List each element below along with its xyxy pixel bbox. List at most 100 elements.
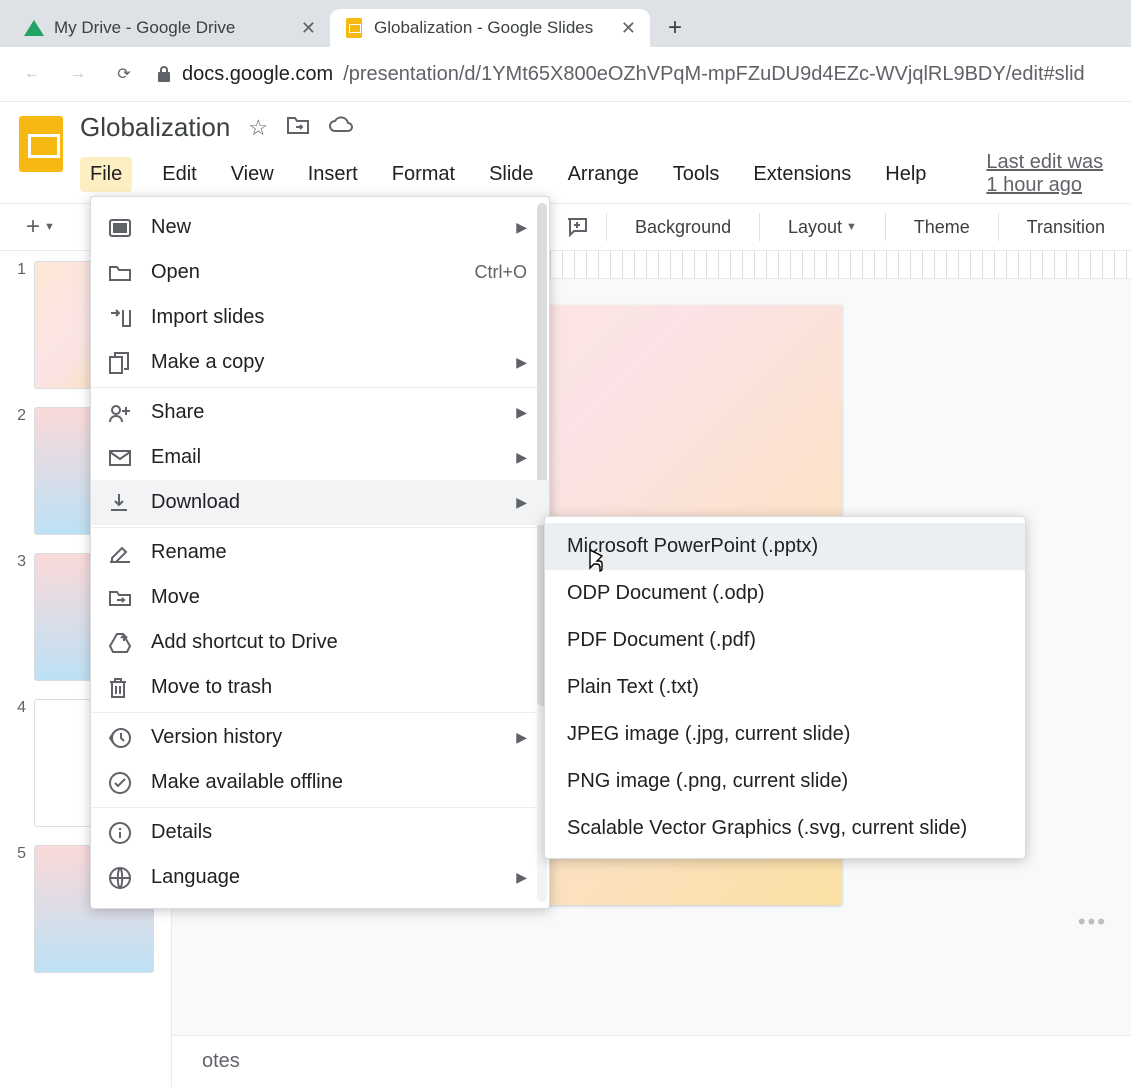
menu-extensions[interactable]: Extensions bbox=[749, 157, 855, 192]
forward-icon[interactable]: → bbox=[64, 60, 92, 88]
menu-arrange[interactable]: Arrange bbox=[564, 157, 643, 192]
download-pptx[interactable]: Microsoft PowerPoint (.pptx) bbox=[545, 523, 1025, 570]
menu-language[interactable]: Language▶ bbox=[91, 855, 549, 900]
background-button[interactable]: Background bbox=[625, 213, 741, 242]
tab-strip: My Drive - Google Drive ✕ Globalization … bbox=[0, 0, 1131, 47]
menu-share[interactable]: Share▶ bbox=[91, 390, 549, 435]
menu-details[interactable]: Details bbox=[91, 810, 549, 855]
copy-icon bbox=[109, 352, 133, 374]
info-icon bbox=[109, 822, 133, 844]
menu-new[interactable]: New▶ bbox=[91, 205, 549, 250]
menu-label: Move bbox=[151, 586, 200, 609]
tab-slides[interactable]: Globalization - Google Slides ✕ bbox=[330, 9, 650, 47]
download-png[interactable]: PNG image (.png, current slide) bbox=[545, 758, 1025, 805]
cursor-icon bbox=[584, 548, 606, 574]
file-menu-dropdown: New▶ OpenCtrl+O Import slides Make a cop… bbox=[90, 196, 550, 909]
notes-text: otes bbox=[202, 1050, 240, 1072]
share-icon bbox=[109, 403, 133, 423]
menu-label: Open bbox=[151, 261, 200, 284]
url-path: /presentation/d/1YMt65X800eOZhVPqM-mpFZu… bbox=[343, 63, 1084, 86]
menu-label: Language bbox=[151, 866, 240, 889]
download-odp[interactable]: ODP Document (.odp) bbox=[545, 570, 1025, 617]
download-pdf[interactable]: PDF Document (.pdf) bbox=[545, 617, 1025, 664]
close-tab-icon[interactable]: ✕ bbox=[621, 18, 636, 39]
offline-icon bbox=[109, 772, 133, 794]
email-icon bbox=[109, 450, 133, 466]
thumb-num: 4 bbox=[6, 699, 26, 827]
layout-button[interactable]: Layout ▼ bbox=[778, 213, 867, 242]
theme-button[interactable]: Theme bbox=[904, 213, 980, 242]
app-header: Globalization ☆ File Edit View Insert Fo… bbox=[0, 102, 1131, 197]
menu-label: Make a copy bbox=[151, 351, 264, 374]
menu-rename[interactable]: Rename bbox=[91, 530, 549, 575]
close-tab-icon[interactable]: ✕ bbox=[301, 18, 316, 39]
tab-title: Globalization - Google Slides bbox=[374, 18, 593, 38]
speaker-notes[interactable]: otes bbox=[172, 1035, 1131, 1087]
menu-format[interactable]: Format bbox=[388, 157, 459, 192]
download-jpg[interactable]: JPEG image (.jpg, current slide) bbox=[545, 711, 1025, 758]
trash-icon bbox=[109, 677, 133, 699]
menu-view[interactable]: View bbox=[227, 157, 278, 192]
history-icon bbox=[109, 727, 133, 749]
move-folder-icon[interactable] bbox=[286, 115, 310, 141]
menu-edit[interactable]: Edit bbox=[158, 157, 200, 192]
new-tab-button[interactable]: + bbox=[656, 9, 694, 47]
globe-icon bbox=[109, 867, 133, 889]
download-txt[interactable]: Plain Text (.txt) bbox=[545, 664, 1025, 711]
menu-offline[interactable]: Make available offline bbox=[91, 760, 549, 805]
menu-insert[interactable]: Insert bbox=[304, 157, 362, 192]
menubar: File Edit View Insert Format Slide Arran… bbox=[80, 151, 1115, 197]
menu-trash[interactable]: Move to trash bbox=[91, 665, 549, 710]
folder-icon bbox=[109, 264, 133, 282]
transition-button[interactable]: Transition bbox=[1017, 213, 1115, 242]
new-slide-button[interactable]: +▼ bbox=[16, 209, 65, 245]
menu-label: Import slides bbox=[151, 306, 264, 329]
menu-email[interactable]: Email▶ bbox=[91, 435, 549, 480]
menu-label: Move to trash bbox=[151, 676, 272, 699]
drive-shortcut-icon bbox=[109, 633, 133, 653]
menu-label: Share bbox=[151, 401, 204, 424]
reload-icon[interactable]: ⟳ bbox=[110, 60, 138, 88]
download-svg[interactable]: Scalable Vector Graphics (.svg, current … bbox=[545, 805, 1025, 852]
back-icon[interactable]: ← bbox=[18, 60, 46, 88]
menu-slide[interactable]: Slide bbox=[485, 157, 537, 192]
url-field[interactable]: docs.google.com/presentation/d/1YMt65X80… bbox=[156, 63, 1085, 86]
menu-file[interactable]: File bbox=[80, 157, 132, 192]
menu-open[interactable]: OpenCtrl+O bbox=[91, 250, 549, 295]
menu-download[interactable]: Download▶ bbox=[91, 480, 549, 525]
thumb-num: 3 bbox=[6, 553, 26, 681]
menu-help[interactable]: Help bbox=[881, 157, 930, 192]
thumb-num: 1 bbox=[6, 261, 26, 389]
move-icon bbox=[109, 589, 133, 607]
download-submenu: Microsoft PowerPoint (.pptx) ODP Documen… bbox=[544, 516, 1026, 859]
star-icon[interactable]: ☆ bbox=[248, 115, 268, 141]
slides-favicon-icon bbox=[344, 18, 364, 38]
import-icon bbox=[109, 309, 133, 327]
last-edit-link[interactable]: Last edit was 1 hour ago bbox=[986, 151, 1115, 197]
thumb-num: 2 bbox=[6, 407, 26, 535]
more-icon[interactable]: ••• bbox=[1078, 909, 1107, 935]
menu-make-copy[interactable]: Make a copy▶ bbox=[91, 340, 549, 385]
menu-label: New bbox=[151, 216, 191, 239]
download-icon bbox=[109, 493, 133, 513]
menu-tools[interactable]: Tools bbox=[669, 157, 724, 192]
doc-title[interactable]: Globalization bbox=[80, 112, 230, 143]
menu-label: Email bbox=[151, 446, 201, 469]
slides-logo-icon[interactable] bbox=[16, 112, 66, 176]
browser-chrome: My Drive - Google Drive ✕ Globalization … bbox=[0, 0, 1131, 102]
menu-label: Add shortcut to Drive bbox=[151, 631, 338, 654]
rename-icon bbox=[109, 543, 133, 563]
url-domain: docs.google.com bbox=[182, 63, 333, 86]
menu-move[interactable]: Move bbox=[91, 575, 549, 620]
menu-import-slides[interactable]: Import slides bbox=[91, 295, 549, 340]
layout-label: Layout bbox=[788, 217, 842, 238]
new-slide-icon bbox=[109, 219, 133, 237]
menu-label: Rename bbox=[151, 541, 227, 564]
lock-icon bbox=[156, 65, 172, 83]
menu-add-shortcut[interactable]: Add shortcut to Drive bbox=[91, 620, 549, 665]
menu-version-history[interactable]: Version history▶ bbox=[91, 715, 549, 760]
cloud-status-icon[interactable] bbox=[328, 115, 354, 141]
tab-drive[interactable]: My Drive - Google Drive ✕ bbox=[10, 9, 330, 47]
comment-icon[interactable] bbox=[566, 217, 588, 237]
menu-label: Make available offline bbox=[151, 771, 343, 794]
